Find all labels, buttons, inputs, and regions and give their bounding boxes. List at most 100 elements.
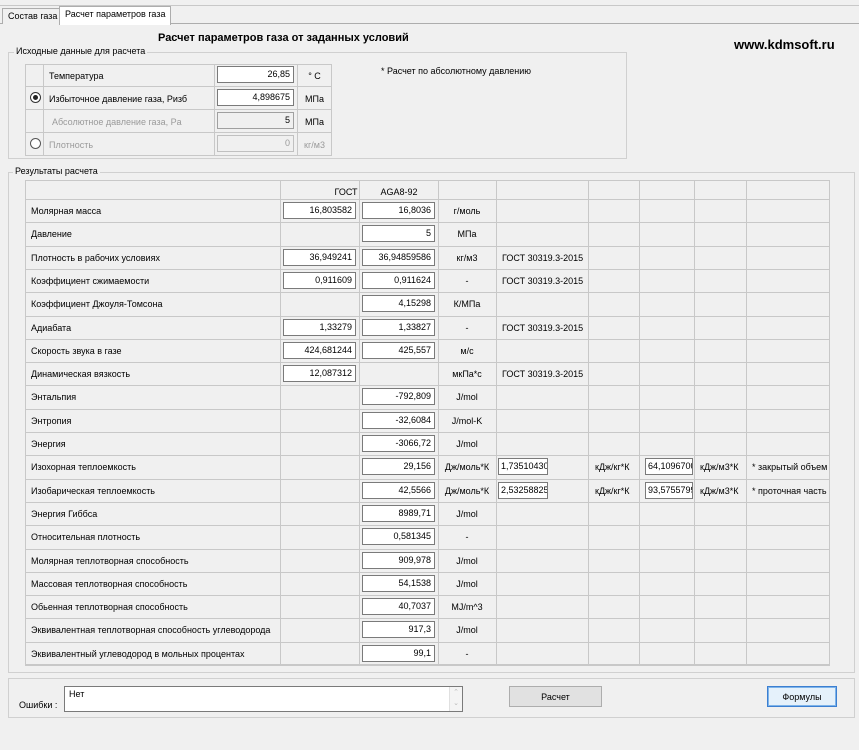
results-grid-line [25, 292, 830, 294]
result-row-label: Плотность в рабочих условиях [31, 252, 160, 263]
results-grid-line [25, 268, 830, 270]
gauge-pressure-label: Избыточное давление газа, Pизб [49, 94, 188, 104]
result-row-label: Молярная теплотворная способность [31, 555, 189, 566]
tab-gas-composition[interactable]: Состав газа [2, 8, 64, 24]
result-aga8-value[interactable]: -32,6084 [362, 411, 435, 429]
results-grid-line [694, 180, 695, 665]
result-note: * закрытый объем [752, 462, 828, 473]
result-aga8-value[interactable]: 36,94859586 [362, 248, 435, 266]
temperature-input[interactable]: 26,85 [217, 66, 294, 83]
result-extra-unit-2: кДж/м3*К [700, 485, 739, 496]
result-unit: J/mol [456, 555, 478, 566]
results-grid-line [25, 548, 830, 550]
result-row-label: Энтальпия [31, 392, 77, 403]
result-row-label: Энтропия [31, 415, 72, 426]
result-unit: МПа [457, 229, 477, 240]
result-unit: J/mol [456, 578, 478, 589]
result-gost-value[interactable]: 36,949241 [283, 248, 356, 266]
errors-field[interactable]: Нет [64, 686, 463, 712]
results-grid-line [25, 571, 830, 573]
calculate-button[interactable]: Расчет [509, 686, 602, 707]
result-aga8-value[interactable]: 8989,71 [362, 504, 435, 522]
result-unit: г/моль [453, 206, 481, 216]
gauge-pressure-radio[interactable] [30, 92, 41, 103]
result-row-label: Изобарическая теплоемкость [31, 485, 156, 496]
result-row-label: Эквивалентный углеводород в мольных проц… [31, 648, 245, 659]
result-gost-value[interactable]: 12,087312 [283, 365, 356, 383]
results-grid-line [25, 665, 830, 666]
result-unit: К/МПа [453, 299, 481, 310]
result-row-label: Скорость звука в газе [31, 345, 122, 356]
results-grid-line [280, 180, 281, 665]
result-unit: MJ/m^3 [451, 602, 483, 613]
result-row-label: Энергия [31, 439, 66, 449]
result-extra-value-1[interactable]: 1,73510430 [498, 458, 548, 476]
input-grid-line [25, 109, 332, 110]
result-aga8-value[interactable]: -3066,72 [362, 435, 435, 452]
result-gost-value[interactable]: 1,33279 [283, 318, 356, 336]
result-aga8-value[interactable]: 0,581345 [362, 528, 435, 546]
tab-gas-parameters[interactable]: Расчет параметров газа [59, 6, 172, 25]
result-aga8-value[interactable]: 99,1 [362, 644, 435, 662]
results-grid-line [25, 408, 830, 410]
result-standard: ГОСТ 30319.3-2015 [502, 322, 584, 333]
result-extra-value-2[interactable]: 93,5755799 [645, 481, 693, 499]
scroll-arrows-icon: ⌃ ⌄ [453, 689, 459, 707]
result-note: * проточная часть [752, 485, 827, 496]
results-grid-line [25, 618, 830, 620]
result-aga8-value[interactable]: 909,978 [362, 551, 435, 569]
result-aga8-value[interactable]: 54,1538 [362, 574, 435, 592]
result-unit: Дж/моль*К [444, 485, 490, 496]
result-aga8-value[interactable]: 29,156 [362, 458, 435, 476]
temperature-unit: ° С [308, 71, 321, 81]
result-row-label: Динамическая вязкость [31, 369, 131, 380]
results-group-legend: Результаты расчета [13, 166, 100, 176]
result-unit: м/с [460, 345, 474, 356]
result-row-label: Относительная плотность [31, 532, 141, 543]
abs-pressure-unit: МПа [305, 117, 324, 127]
result-unit: J/mol [456, 439, 478, 449]
result-row-label: Массовая теплотворная способность [31, 578, 188, 589]
page-title: Расчет параметров газа от заданных услов… [158, 32, 409, 44]
density-radio[interactable] [30, 138, 41, 149]
result-aga8-value[interactable]: 40,7037 [362, 598, 435, 616]
result-gost-value[interactable]: 424,681244 [283, 341, 356, 359]
formulas-button[interactable]: Формулы [767, 686, 837, 707]
result-standard: ГОСТ 30319.3-2015 [502, 275, 584, 286]
result-extra-value-2[interactable]: 64,1096700 [645, 458, 693, 476]
results-grid-line [588, 180, 589, 665]
result-gost-value[interactable]: 16,803582 [283, 202, 356, 219]
result-unit: J/mol [456, 508, 478, 519]
results-grid-line [25, 455, 830, 457]
result-aga8-value[interactable]: 917,3 [362, 621, 435, 639]
result-aga8-value[interactable]: 16,8036 [362, 202, 435, 219]
result-unit: J/mol [456, 392, 478, 403]
errors-scrollbar[interactable]: ⌃ ⌄ [449, 687, 462, 711]
results-grid-line [25, 595, 830, 597]
result-aga8-value[interactable]: -792,809 [362, 388, 435, 406]
result-unit: - [465, 648, 469, 659]
density-label: Плотность [49, 140, 94, 150]
results-grid-line [25, 338, 830, 340]
result-row-label: Обьенная теплотворная способность [31, 602, 188, 613]
result-extra-unit-1: кДж/кг*К [595, 485, 630, 496]
result-row-label: Коэффициент сжимаемости [31, 275, 150, 286]
density-field: 0 [217, 135, 294, 152]
result-aga8-value[interactable]: 42,5566 [362, 481, 435, 499]
result-aga8-value[interactable]: 425,557 [362, 341, 435, 359]
gauge-pressure-input[interactable]: 4,898675 [217, 89, 294, 106]
result-gost-value[interactable]: 0,911609 [283, 271, 356, 289]
results-grid-line [25, 432, 830, 433]
tab-bar: Состав газа Расчет параметров газа [0, 6, 859, 25]
result-extra-value-1[interactable]: 2,53258825 [498, 481, 548, 499]
result-aga8-value[interactable]: 0,911624 [362, 271, 435, 289]
results-grid-line [25, 315, 830, 317]
results-grid-line [25, 385, 830, 387]
result-aga8-value[interactable]: 1,33827 [362, 318, 435, 336]
temperature-label: Температура [49, 71, 104, 81]
site-url: www.kdmsoft.ru [734, 37, 835, 52]
result-unit: - [465, 322, 469, 333]
result-aga8-value[interactable]: 5 [362, 225, 435, 243]
result-aga8-value[interactable]: 4,15298 [362, 295, 435, 313]
results-grid-line [746, 180, 747, 665]
